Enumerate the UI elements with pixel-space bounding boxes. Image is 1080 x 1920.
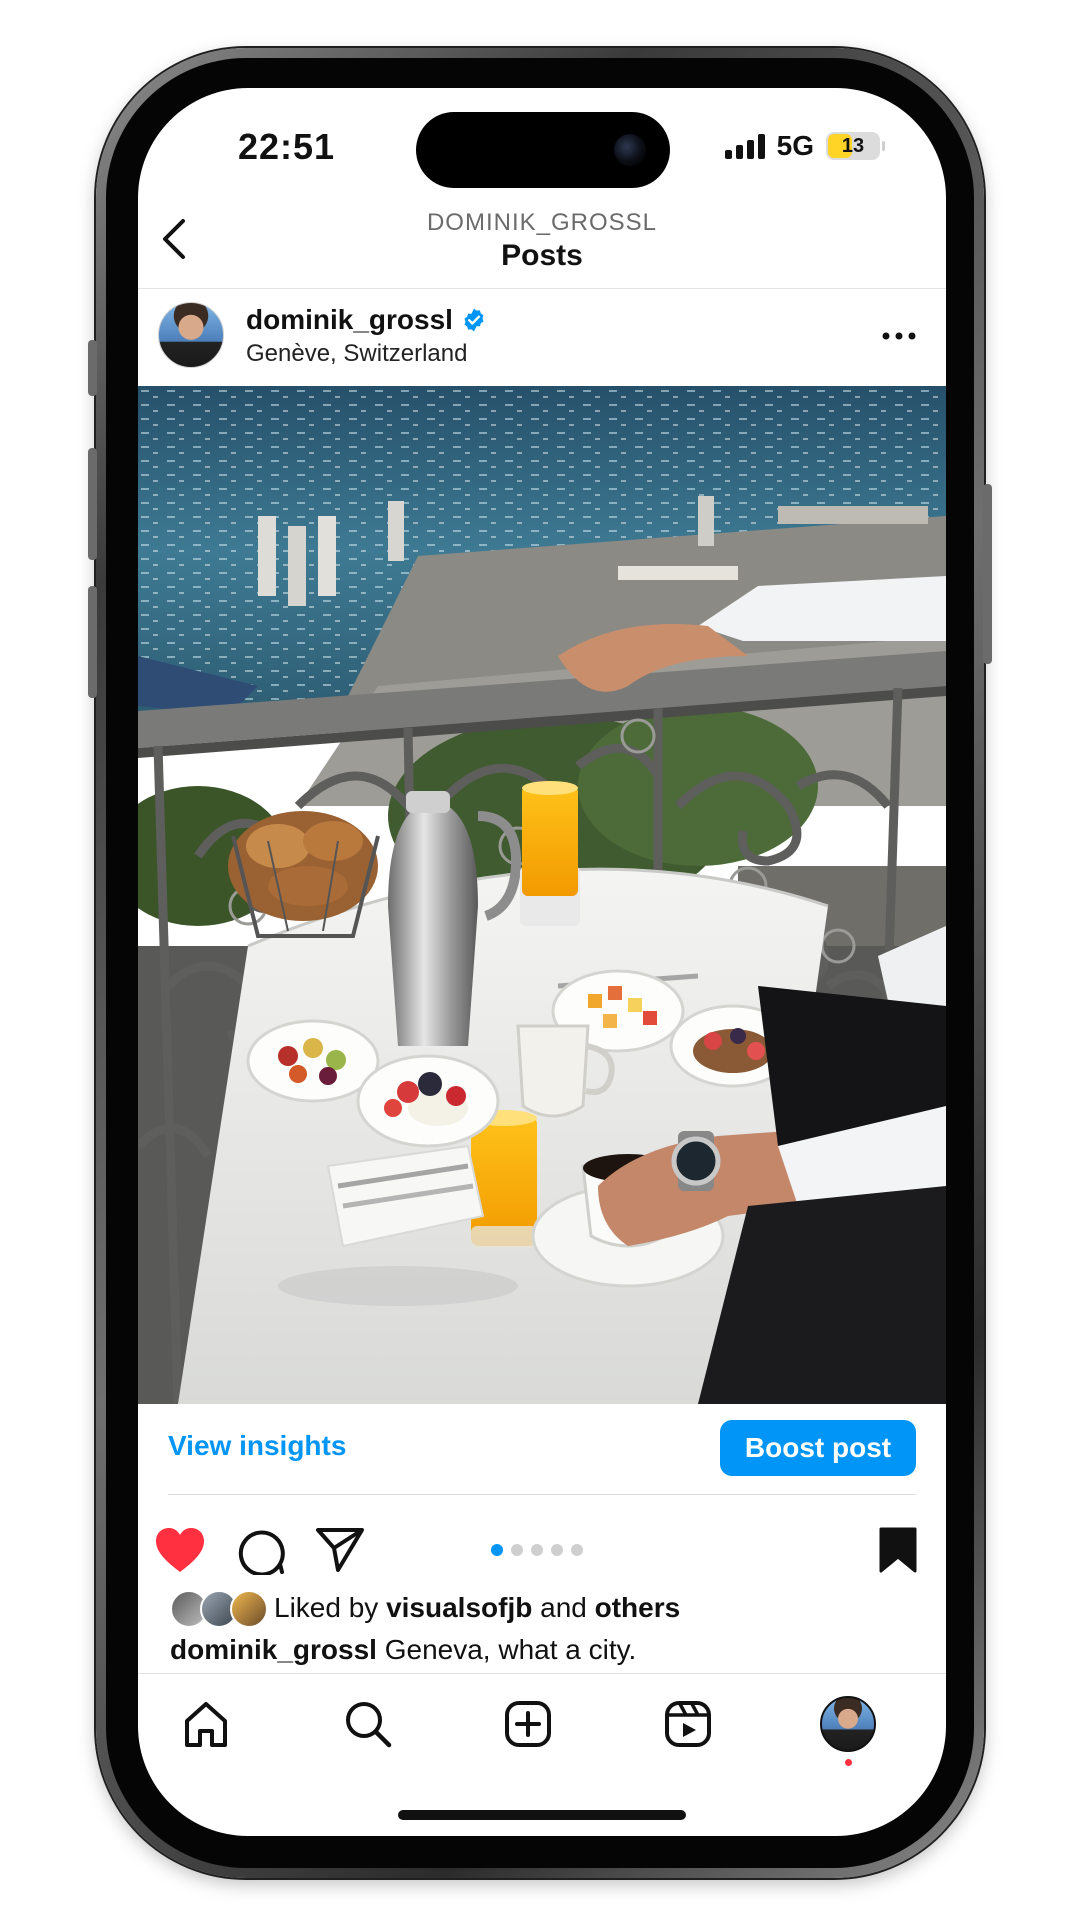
liker-avatars <box>170 1590 268 1628</box>
carousel-indicator <box>491 1544 583 1556</box>
tab-bar <box>138 1674 946 1774</box>
bookmark-filled-icon <box>879 1527 917 1573</box>
post-caption: dominik_grossl Geneva, what a city. <box>170 1634 636 1666</box>
post-image[interactable] <box>138 386 946 1404</box>
tab-reels[interactable] <box>654 1690 722 1758</box>
network-label: 5G <box>776 130 814 161</box>
comment-icon <box>238 1530 285 1575</box>
create-icon <box>505 1701 551 1747</box>
header-subtitle: DOMINIK_GROSSL <box>426 209 658 236</box>
nav-header: DOMINIK_GROSSL Posts <box>138 203 946 293</box>
likes-user[interactable]: visualsofjb <box>386 1592 532 1624</box>
tab-home[interactable] <box>172 1690 240 1758</box>
likes-others[interactable]: others <box>595 1592 681 1624</box>
power-button <box>983 484 992 664</box>
tab-profile[interactable] <box>814 1690 882 1766</box>
carousel-dot <box>531 1544 543 1556</box>
save-button[interactable] <box>868 1520 928 1580</box>
battery-icon: 13 <box>826 132 885 160</box>
front-camera <box>614 134 646 166</box>
likes-joiner: and <box>540 1592 587 1623</box>
action-button <box>88 340 97 396</box>
caption-username[interactable]: dominik_grossl <box>170 1634 377 1665</box>
post-actions <box>138 1508 946 1592</box>
volume-up-button <box>88 448 97 560</box>
comment-button[interactable] <box>230 1520 290 1580</box>
breakfast-photo-illustration <box>138 386 946 1404</box>
phone-screen: 22:51 5G 13 DOMINIK_GROSSL Posts dominik… <box>138 88 946 1836</box>
signal-icon <box>724 133 765 159</box>
carousel-dot <box>511 1544 523 1556</box>
carousel-dot <box>571 1544 583 1556</box>
like-button[interactable] <box>150 1520 210 1580</box>
insights-bar: View insights Boost post <box>138 1404 946 1492</box>
verified-badge-icon <box>464 308 484 332</box>
profile-tab-avatar <box>820 1696 876 1752</box>
author-avatar[interactable] <box>158 302 224 368</box>
insights-divider <box>168 1494 916 1495</box>
share-button[interactable] <box>310 1520 370 1580</box>
status-time: 22:51 <box>238 126 336 167</box>
status-indicators: 5G 13 <box>724 130 885 162</box>
more-horizontal-icon <box>882 332 916 340</box>
tab-create[interactable] <box>494 1690 562 1758</box>
reels-icon <box>665 1701 711 1747</box>
post-header: dominik_grossl Genève, Switzerland <box>138 288 946 386</box>
username-row: dominik_grossl <box>246 304 487 336</box>
home-indicator[interactable] <box>398 1810 686 1820</box>
send-icon <box>316 1528 364 1572</box>
tab-search[interactable] <box>334 1690 402 1758</box>
home-icon <box>185 1702 227 1747</box>
carousel-dot <box>551 1544 563 1556</box>
likes-summary[interactable]: Liked by visualsofjb and others <box>170 1590 681 1628</box>
more-options-button[interactable] <box>874 318 924 354</box>
view-insights-link[interactable]: View insights <box>168 1430 346 1462</box>
battery-percent: 13 <box>841 134 865 157</box>
caption-text: Geneva, what a city. <box>384 1634 637 1665</box>
notification-dot <box>845 1759 852 1766</box>
search-icon <box>346 1702 392 1748</box>
carousel-dot <box>491 1544 503 1556</box>
page-title: Posts <box>501 239 583 272</box>
heart-filled-icon <box>156 1528 204 1572</box>
likes-prefix: Liked by <box>274 1592 379 1623</box>
post-location[interactable]: Genève, Switzerland <box>246 340 467 368</box>
volume-down-button <box>88 586 97 698</box>
boost-post-button[interactable]: Boost post <box>720 1420 916 1476</box>
dynamic-island <box>416 112 670 188</box>
post-username[interactable]: dominik_grossl <box>246 304 453 336</box>
